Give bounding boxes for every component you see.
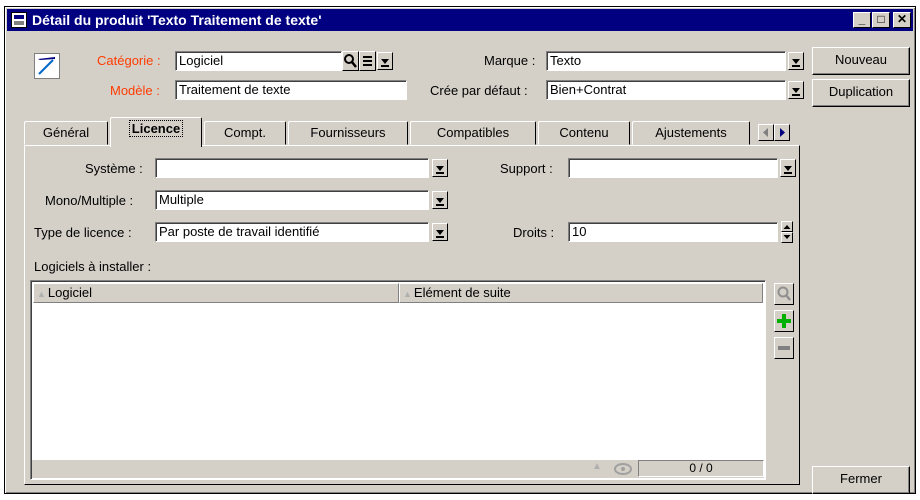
- droits-field[interactable]: 10: [568, 222, 778, 242]
- spin-up-icon[interactable]: [781, 221, 793, 232]
- sort-icon: ▲: [403, 289, 412, 299]
- minimize-button[interactable]: _: [853, 12, 871, 28]
- systeme-dropdown-button[interactable]: [432, 159, 448, 177]
- close-button[interactable]: ✕: [893, 12, 911, 28]
- tab-scroll-right-icon[interactable]: [774, 124, 790, 141]
- marque-field[interactable]: Texto: [546, 51, 786, 71]
- type-licence-dropdown-button[interactable]: [432, 223, 448, 241]
- grid-search-button[interactable]: [774, 283, 794, 305]
- search-icon[interactable]: [342, 51, 359, 71]
- app-icon: [11, 12, 27, 28]
- title-bar[interactable]: Détail du produit 'Texto Traitement de t…: [7, 9, 913, 31]
- modele-field[interactable]: Traitement de texte: [175, 80, 407, 100]
- tab-licence[interactable]: Licence: [110, 117, 202, 147]
- grid-status-bar: ▲ 0 / 0: [32, 460, 764, 478]
- tab-fournisseurs[interactable]: Fournisseurs: [288, 121, 408, 145]
- record-counter: 0 / 0: [638, 460, 764, 477]
- mono-dropdown-button[interactable]: [432, 191, 448, 209]
- sort-icon: ▲: [37, 289, 46, 299]
- droits-label: Droits :: [513, 225, 555, 240]
- tab-compatibles[interactable]: Compatibles: [410, 121, 536, 145]
- mono-field[interactable]: Multiple: [155, 190, 429, 210]
- refresh-icon[interactable]: [610, 460, 636, 477]
- up-arrow-icon: ▲: [592, 461, 602, 472]
- tab-contenu[interactable]: Contenu: [538, 121, 630, 145]
- nouveau-button[interactable]: Nouveau: [812, 47, 910, 75]
- software-grid[interactable]: ▲ Logiciel ▲ Elément de suite ▲ 0 / 0: [30, 280, 766, 480]
- fermer-button[interactable]: Fermer: [812, 466, 910, 494]
- grid-remove-button[interactable]: [774, 337, 794, 359]
- categorie-dropdown-button[interactable]: [377, 52, 393, 70]
- support-label: Support :: [500, 161, 553, 176]
- systeme-label: Système :: [85, 161, 143, 176]
- column-header-logiciel[interactable]: ▲ Logiciel: [33, 283, 399, 303]
- modele-label: Modèle :: [110, 83, 160, 98]
- categorie-label: Catégorie :: [97, 53, 161, 68]
- tab-ajustements[interactable]: Ajustements: [632, 121, 750, 145]
- marque-label: Marque :: [484, 53, 536, 68]
- support-dropdown-button[interactable]: [780, 159, 796, 177]
- window-title: Détail du produit 'Texto Traitement de t…: [32, 12, 322, 28]
- spin-down-icon[interactable]: [781, 232, 793, 243]
- support-field[interactable]: [568, 158, 778, 178]
- type-licence-label: Type de licence :: [34, 225, 132, 240]
- cree-field[interactable]: Bien+Contrat: [546, 80, 786, 100]
- maximize-button[interactable]: □: [872, 12, 890, 28]
- list-icon[interactable]: [359, 51, 376, 71]
- grid-add-button[interactable]: [774, 310, 794, 332]
- type-licence-field[interactable]: Par poste de travail identifié: [155, 222, 429, 242]
- column-header-element[interactable]: ▲ Elément de suite: [399, 283, 763, 303]
- cree-label: Crée par défaut :: [430, 83, 528, 98]
- install-label: Logiciels à installer :: [34, 259, 152, 274]
- marque-dropdown-button[interactable]: [788, 52, 804, 70]
- categorie-field[interactable]: Logiciel: [175, 51, 342, 71]
- duplication-button[interactable]: Duplication: [812, 79, 910, 107]
- tab-scroll-left-icon[interactable]: [758, 124, 774, 141]
- mono-label: Mono/Multiple :: [45, 193, 134, 208]
- tab-compt[interactable]: Compt.: [204, 121, 286, 145]
- cree-dropdown-button[interactable]: [788, 81, 804, 99]
- category-icon: [34, 53, 60, 79]
- droits-spinner[interactable]: [781, 221, 793, 243]
- systeme-field[interactable]: [155, 158, 429, 178]
- tab-general[interactable]: Général: [24, 121, 108, 145]
